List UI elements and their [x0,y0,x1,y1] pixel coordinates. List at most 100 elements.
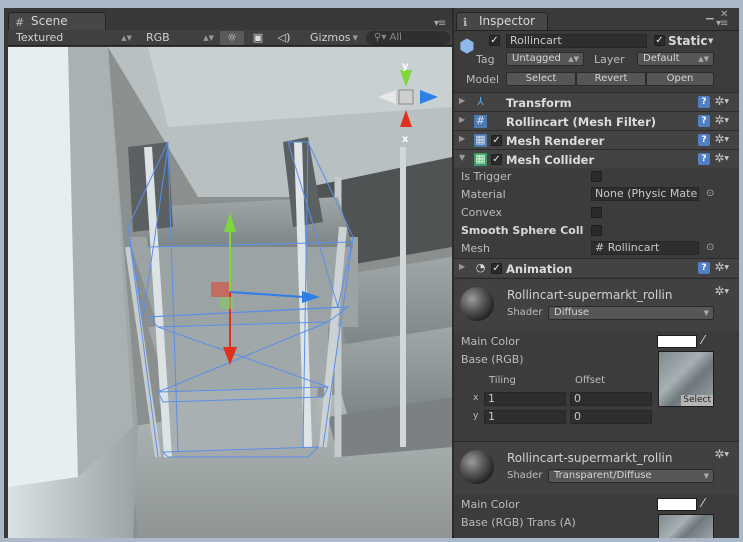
mesh-collider-icon: ▦ [474,152,487,166]
material-1-name: Rollincart-supermarkt_rollin [507,288,673,302]
mesh-renderer-enabled-checkbox[interactable]: ✓ [491,135,502,146]
eyedropper-icon[interactable]: ⁄ [702,333,704,347]
mesh-filter-title: Rollincart (Mesh Filter) [506,115,657,129]
help-icon[interactable]: ? [698,134,710,146]
material-preview-sphere [460,287,494,321]
scene-grid-icon: # [15,16,25,29]
scene-viewport[interactable]: y x [8,47,452,538]
smooth-sphere-checkbox[interactable] [591,225,602,236]
smooth-sphere-label: Smooth Sphere Coll [461,224,584,237]
image-icon: ▣ [252,31,264,44]
tab-scene[interactable]: # Scene [8,12,106,30]
scene-lighting-toggle[interactable]: ☼ [220,31,244,45]
updown-arrow-icon: ▲▼ [203,34,214,42]
mesh-renderer-icon: ▦ [474,133,487,147]
model-open-button[interactable]: Open [646,72,714,86]
help-icon[interactable]: ? [698,262,710,274]
foldout-expanded-icon[interactable]: ▼ [459,153,465,162]
eyedropper-icon[interactable]: ⁄ [702,496,704,510]
static-checkbox[interactable]: ✓ [654,35,665,46]
physic-material-field[interactable]: None (Physic Mate [591,187,699,201]
texture-select-button[interactable]: Select [681,395,713,406]
mesh-filter-grid-icon: # [474,114,487,128]
is-trigger-checkbox[interactable] [591,171,602,182]
minimize-icon[interactable]: ▁ [706,9,714,20]
gear-icon[interactable]: ✲▼ [714,284,729,298]
help-icon[interactable]: ? [698,115,710,127]
component-mesh-filter[interactable]: ▶ # Rollincart (Mesh Filter) ? ✲▼ [454,111,739,130]
tab-inspector[interactable]: ℹ Inspector [456,12,548,30]
material-2-shader-dropdown[interactable]: Transparent/Diffuse ▼ [548,469,714,483]
foldout-collapsed-icon[interactable]: ▶ [459,262,465,271]
gizmos-label: Gizmos [310,31,351,44]
model-select-button[interactable]: Select [506,72,576,86]
material-1-texture-thumbnail[interactable]: Select [658,351,714,407]
gizmo-x-label: x [402,134,409,145]
component-mesh-collider[interactable]: ▼ ▦ ✓ Mesh Collider ? ✲▼ [454,149,739,168]
panel-menu-icon[interactable]: ▾≡ [434,18,446,29]
component-animation[interactable]: ▶ ◔ ✓ Animation ? ✲▼ [454,258,739,277]
material-2-shader-label: Shader [507,470,543,481]
gear-icon[interactable]: ✲▼ [714,94,729,108]
component-transform[interactable]: ▶ ⅄ Transform ? ✲▼ [454,92,739,111]
render-mode-label: Textured [16,31,64,44]
color-mode-dropdown[interactable]: RGB ▲▼ [138,31,218,45]
help-icon[interactable]: ? [698,153,710,165]
object-name-field[interactable]: Rollincart [506,34,647,48]
dropdown-arrow-icon: ▼ [703,309,709,317]
updown-arrow-icon: ▲▼ [568,55,579,63]
mesh-renderer-title: Mesh Renderer [506,134,605,148]
material-2-main-color-swatch[interactable] [657,498,697,511]
mesh-collider-enabled-checkbox[interactable]: ✓ [491,154,502,165]
gear-icon[interactable]: ✲▼ [714,132,729,146]
tiling-label: Tiling [489,375,516,386]
material-1-main-color-label: Main Color [461,335,520,348]
layer-dropdown[interactable]: Default ▲▼ [637,52,714,66]
transform-axes-icon: ⅄ [477,95,484,108]
offset-x-field[interactable]: 0 [570,392,652,406]
gear-icon[interactable]: ✲▼ [714,260,729,274]
gear-icon[interactable]: ✲▼ [714,447,729,461]
convex-label: Convex [461,206,502,219]
updown-arrow-icon: ▲▼ [698,55,709,63]
mesh-field[interactable]: # Rollincart [591,241,699,255]
is-trigger-label: Is Trigger [461,170,512,183]
material-1-shader-label: Shader [507,307,543,318]
tag-label: Tag [476,53,495,66]
search-placeholder: All [389,32,402,43]
tag-value: Untagged [512,53,561,64]
sun-icon: ☼ [227,31,237,44]
animation-clock-icon: ◔ [475,261,486,274]
foldout-collapsed-icon[interactable]: ▶ [459,134,465,143]
help-icon[interactable]: ? [698,96,710,108]
active-checkbox[interactable]: ✓ [489,35,500,46]
material-2-name: Rollincart-supermarkt_rollin [507,451,673,465]
foldout-collapsed-icon[interactable]: ▶ [459,115,465,124]
foldout-collapsed-icon[interactable]: ▶ [459,96,465,105]
convex-checkbox[interactable] [591,207,602,218]
tiling-y-field[interactable]: 1 [484,410,566,424]
tiling-x-field[interactable]: 1 [484,392,566,406]
offset-y-field[interactable]: 0 [570,410,652,424]
static-dropdown-icon[interactable]: ▼ [708,37,713,45]
material-1-main-color-swatch[interactable] [657,335,697,348]
object-picker-icon[interactable]: ⊙ [706,242,714,253]
gizmos-dropdown[interactable]: Gizmos ▼ [302,31,362,45]
layer-label: Layer [594,53,625,66]
scene-audio-toggle[interactable]: ◁) [272,31,296,45]
component-mesh-renderer[interactable]: ▶ ▦ ✓ Mesh Renderer ? ✲▼ [454,130,739,149]
inspector-body: ⬢ ✓ Rollincart ✓ Static ▼ Tag Untagged ▲… [454,30,739,538]
render-mode-dropdown[interactable]: Textured ▲▼ [8,31,136,45]
gear-icon[interactable]: ✲▼ [714,151,729,165]
scene-fx-toggle[interactable]: ▣ [246,31,270,45]
model-revert-button[interactable]: Revert [576,72,646,86]
tag-dropdown[interactable]: Untagged ▲▼ [506,52,584,66]
object-picker-icon[interactable]: ⊙ [706,188,714,199]
gear-icon[interactable]: ✲▼ [714,113,729,127]
animation-enabled-checkbox[interactable]: ✓ [491,263,502,274]
material-2-texture-thumbnail[interactable] [658,514,714,538]
material-1-shader-value: Diffuse [554,307,590,318]
panel-menu-icon[interactable]: ▾≡ [716,18,728,29]
scene-search-input[interactable]: ⚲▾ All [366,31,450,45]
material-1-shader-dropdown[interactable]: Diffuse ▼ [548,306,714,320]
